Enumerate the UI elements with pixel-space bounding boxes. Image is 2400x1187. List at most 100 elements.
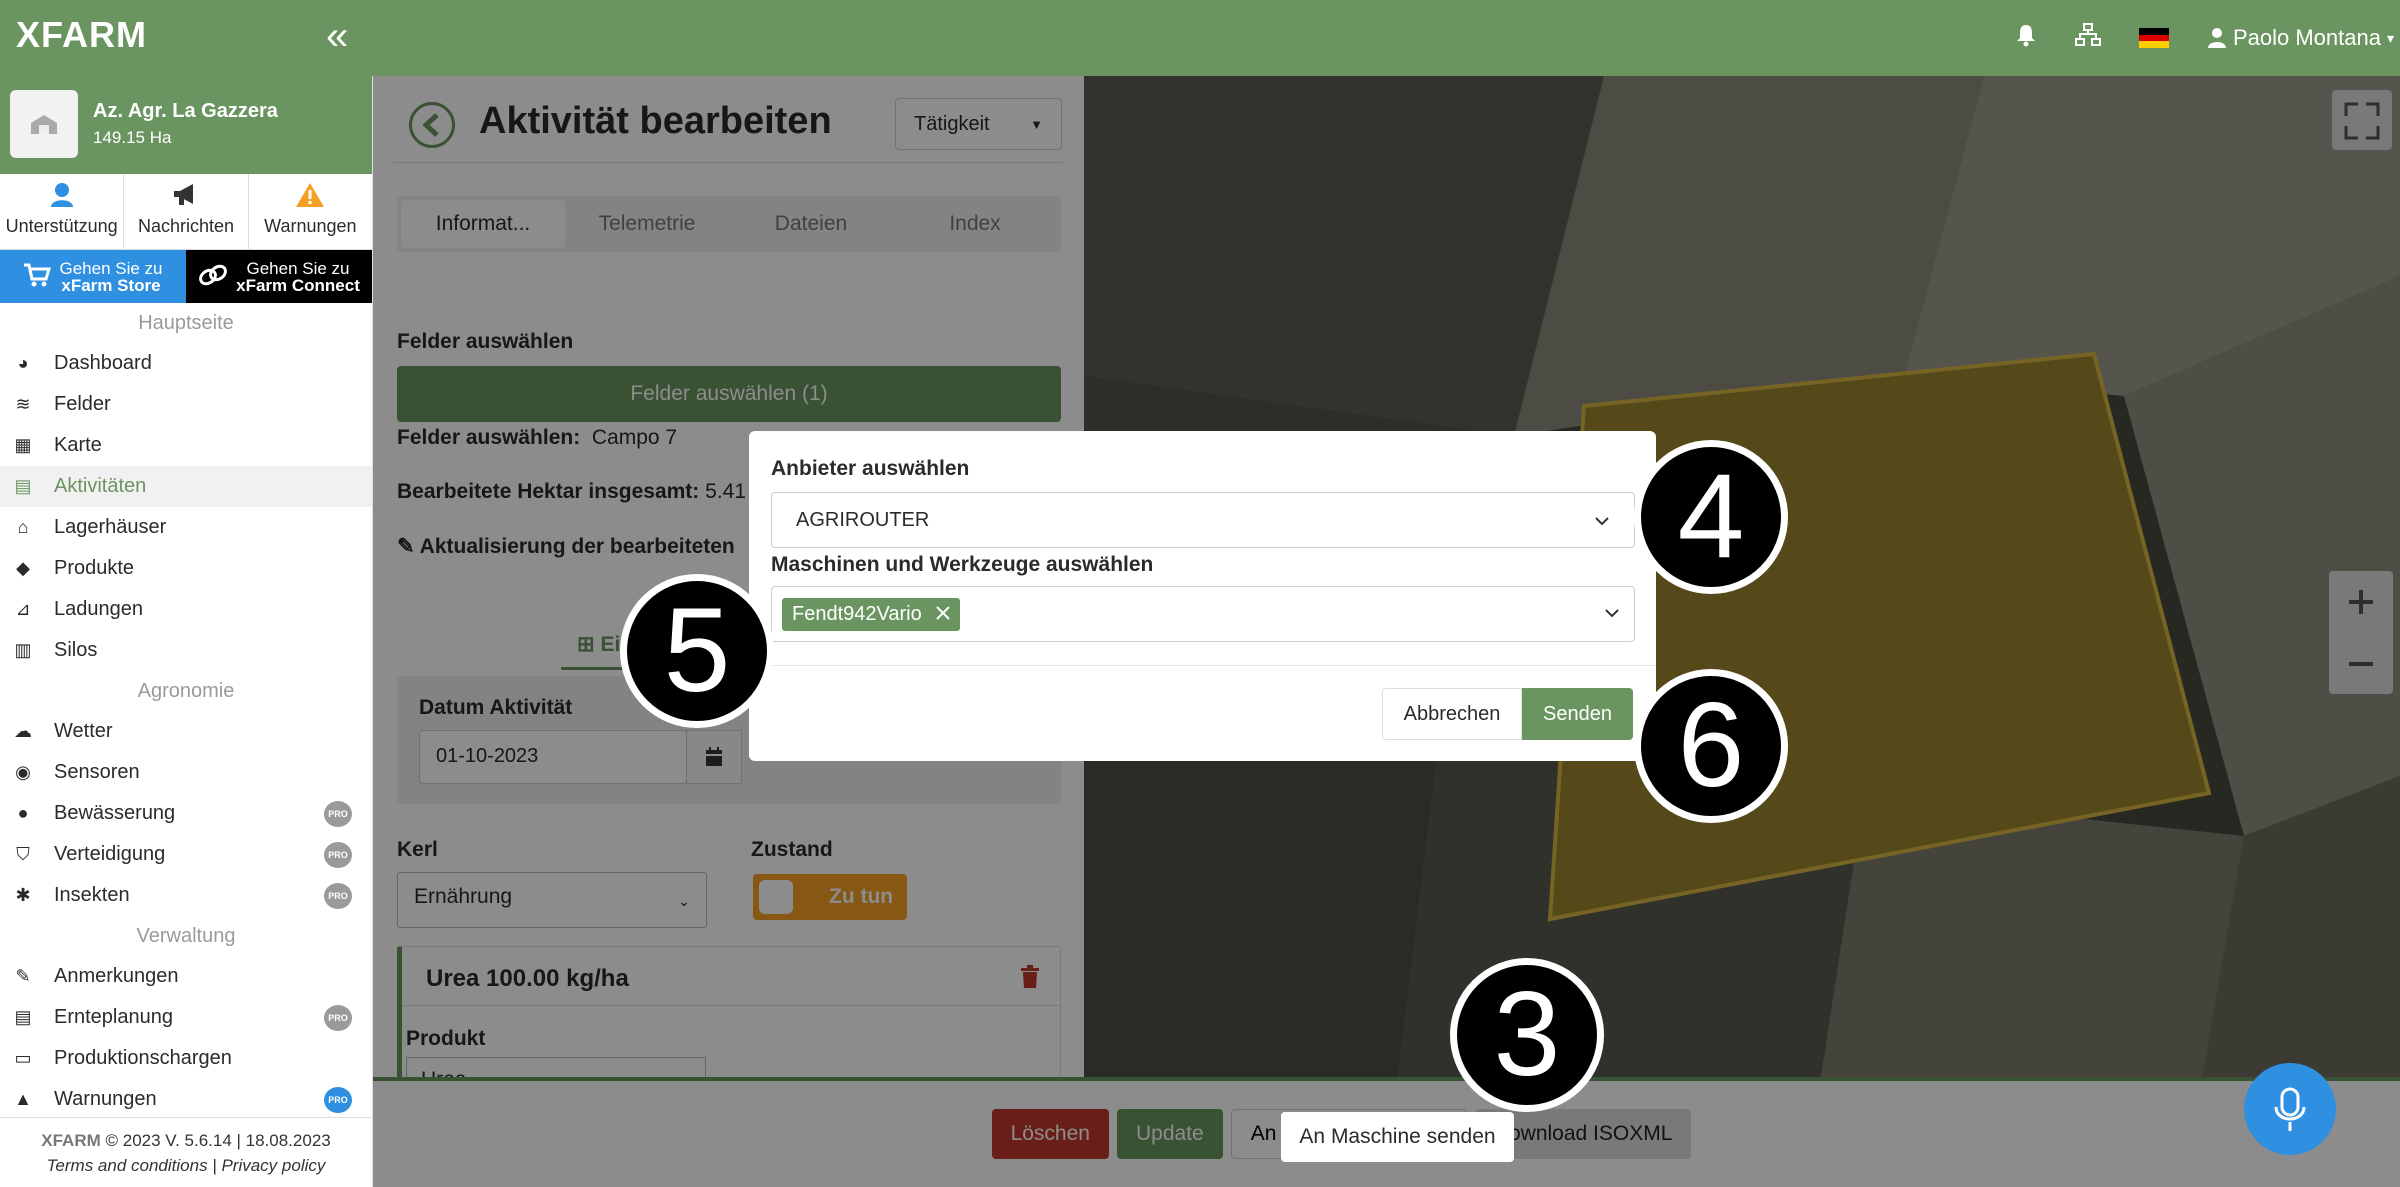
farm-area: 149.15 Ha xyxy=(93,128,172,147)
messages-link[interactable]: Nachrichten xyxy=(124,174,249,249)
top-bar: XFARM « Paolo Montana ▾ xyxy=(0,0,2400,76)
cancel-button[interactable]: Abbrechen xyxy=(1382,688,1522,740)
archive-icon: ▭ xyxy=(14,1048,32,1068)
collapse-sidebar-icon[interactable]: « xyxy=(326,16,348,56)
nav-label: Produktionschargen xyxy=(54,1047,232,1069)
box-icon: ◆ xyxy=(16,558,30,578)
nav-item-sensoren[interactable]: ◉ Sensoren xyxy=(0,752,372,793)
privacy-link[interactable]: Privacy policy xyxy=(221,1156,325,1175)
nav-item-produktionschargen[interactable]: ▭ Produktionschargen xyxy=(0,1038,372,1079)
nav-item-warnungen[interactable]: ▲ Warnungen PRO xyxy=(0,1079,372,1120)
version-text: © 2023 V. 5.6.14 | 18.08.2023 xyxy=(105,1131,331,1150)
nav-item-ladungen[interactable]: ⊿ Ladungen xyxy=(0,589,372,630)
fields-icon: ≋ xyxy=(15,394,31,414)
nav-label: Produkte xyxy=(54,557,135,579)
nav-section-main: Hauptseite xyxy=(138,312,234,334)
weather-icon: ☁ xyxy=(14,721,32,741)
terms-link[interactable]: Terms and conditions xyxy=(47,1156,208,1175)
nav-label: Ladungen xyxy=(54,598,143,620)
water-drop-icon: ● xyxy=(17,803,29,823)
activities-icon: ▤ xyxy=(14,476,32,496)
nav-label: Felder xyxy=(54,393,111,415)
pro-badge: PRO xyxy=(324,1005,352,1031)
sensor-icon: ◉ xyxy=(15,762,31,782)
nav-label: Sensoren xyxy=(54,761,140,783)
send-machine-highlight: An Maschine senden xyxy=(1281,1112,1514,1162)
store-line2: xFarm Store xyxy=(61,275,161,295)
annotation-badge-4: 4 xyxy=(1634,440,1788,594)
nav-item-wetter[interactable]: ☁ Wetter xyxy=(0,711,372,752)
nav-label: Silos xyxy=(54,639,98,661)
silo-icon: ▥ xyxy=(14,640,32,660)
sidebar: Az. Agr. La Gazzera 149.15 Ha Unterstütz… xyxy=(0,76,373,1187)
support-link[interactable]: Unterstützung xyxy=(0,174,125,249)
chevron-down-icon xyxy=(1594,509,1610,531)
nav-item-verteidigung[interactable]: ⛉ Verteidigung PRO xyxy=(0,834,372,875)
nav-item-felder[interactable]: ≋ Felder xyxy=(0,384,372,425)
nav-label: Bewässerung xyxy=(54,802,176,824)
warnings-label: Warnungen xyxy=(264,216,357,236)
nav-item-ernteplanung[interactable]: ▤ Ernteplanung PRO xyxy=(0,997,372,1038)
nav-label: Aktivitäten xyxy=(54,475,147,497)
bug-icon: ✱ xyxy=(15,885,31,905)
user-icon xyxy=(2207,28,2226,48)
xfarm-logo[interactable]: XFARM xyxy=(16,14,147,56)
nav-label: Warnungen xyxy=(54,1088,157,1110)
map-icon: ▦ xyxy=(14,435,32,455)
microphone-icon xyxy=(2274,1087,2306,1131)
sitemap-icon[interactable] xyxy=(2074,23,2101,53)
xfarm-connect-button[interactable]: Gehen Sie zu xFarm Connect xyxy=(186,250,372,303)
machine-tag[interactable]: Fendt942Vario xyxy=(782,597,960,631)
connect-line2: xFarm Connect xyxy=(236,275,360,295)
annotation-badge-5: 5 xyxy=(620,574,774,728)
machines-label: Maschinen und Werkzeuge auswählen xyxy=(771,553,1154,576)
chevron-down-icon xyxy=(1604,605,1620,623)
bell-icon[interactable] xyxy=(2015,23,2037,53)
bell-icon: ▲ xyxy=(14,1089,32,1109)
nav-item-dashboard[interactable]: ◕ Dashboard xyxy=(0,343,372,384)
send-button[interactable]: Senden xyxy=(1522,688,1633,740)
warnings-link[interactable]: Warnungen xyxy=(249,174,372,249)
nav-label: Dashboard xyxy=(54,352,152,374)
user-name: Paolo Montana xyxy=(2232,25,2381,50)
machines-select[interactable]: Fendt942Vario xyxy=(771,586,1635,642)
warning-icon xyxy=(295,182,325,214)
nav-label: Lagerhäuser xyxy=(54,516,167,538)
nav-item-bewaesserung[interactable]: ● Bewässerung PRO xyxy=(0,793,372,834)
nav-item-aktivitaeten[interactable]: ▤ Aktivitäten xyxy=(0,466,372,507)
nav-item-lagerhaeuser[interactable]: ⌂ Lagerhäuser xyxy=(0,507,372,548)
shield-icon: ⛉ xyxy=(16,844,30,864)
nav-item-anmerkungen[interactable]: ✎ Anmerkungen xyxy=(0,956,372,997)
nav-section-agro: Agronomie xyxy=(137,680,235,702)
update-button[interactable]: Update xyxy=(1116,1109,1223,1159)
provider-select[interactable]: AGRIROUTER xyxy=(771,492,1635,548)
xfarm-store-button[interactable]: Gehen Sie zu xFarm Store xyxy=(0,250,186,303)
farm-avatar-icon xyxy=(10,90,78,158)
pro-badge: PRO xyxy=(324,883,352,909)
planning-icon: ▤ xyxy=(14,1007,32,1027)
quick-links: Unterstützung Nachrichten Warnungen xyxy=(0,174,372,250)
delete-button[interactable]: Löschen xyxy=(991,1109,1109,1159)
nav-section-admin: Verwaltung xyxy=(136,925,236,947)
provider-value: AGRIROUTER xyxy=(796,509,930,531)
language-flag-icon[interactable] xyxy=(2138,28,2169,49)
nav-item-insekten[interactable]: ✱ Insekten PRO xyxy=(0,875,372,916)
annotation-badge-6: 6 xyxy=(1634,669,1788,823)
support-icon xyxy=(48,180,76,214)
user-menu[interactable]: Paolo Montana ▾ xyxy=(2207,25,2394,51)
nav-label: Wetter xyxy=(54,720,113,742)
nav-item-produkte[interactable]: ◆ Produkte xyxy=(0,548,372,589)
close-icon[interactable] xyxy=(936,603,950,626)
link-icon xyxy=(198,262,228,291)
footer-logo: XFARM xyxy=(41,1131,101,1150)
modal-divider xyxy=(749,665,1656,666)
store-links: Gehen Sie zu xFarm Store Gehen Sie zu xFar… xyxy=(0,250,372,303)
chevron-down-icon: ▾ xyxy=(2386,29,2394,46)
farm-selector[interactable]: Az. Agr. La Gazzera 149.15 Ha xyxy=(0,76,372,174)
sidebar-footer: XFARM © 2023 V. 5.6.14 | 18.08.2023 Term… xyxy=(0,1117,372,1187)
voice-assistant-button[interactable] xyxy=(2244,1063,2336,1155)
nav-label: Anmerkungen xyxy=(54,965,179,987)
nav-item-karte[interactable]: ▦ Karte xyxy=(0,425,372,466)
nav-item-silos[interactable]: ▥ Silos xyxy=(0,630,372,671)
support-label: Unterstützung xyxy=(5,216,118,236)
